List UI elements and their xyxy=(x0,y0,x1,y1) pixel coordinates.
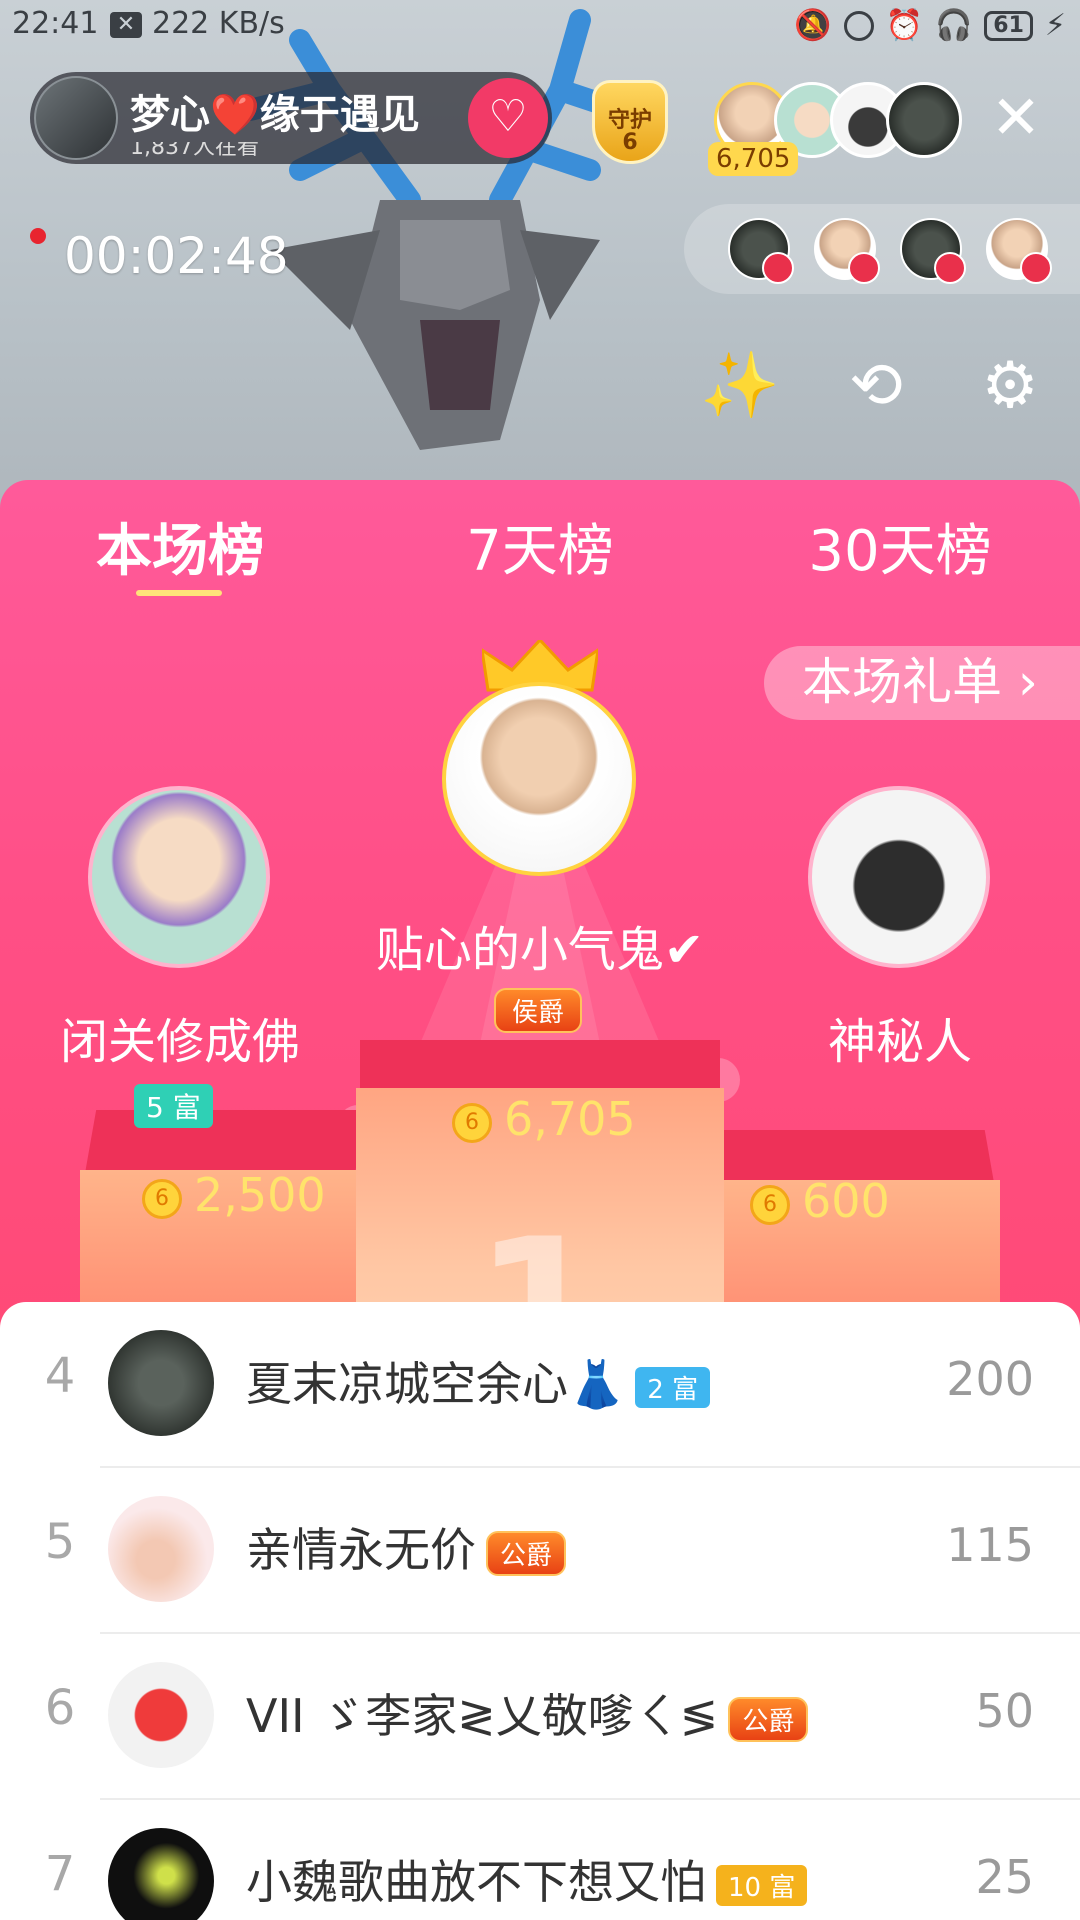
contribution-count: 6,705 xyxy=(708,142,799,176)
host-name: 梦心❤️缘于遇见 xyxy=(130,92,420,138)
rank-number: 4 xyxy=(44,1348,76,1404)
third-place-name[interactable]: 神秘人 xyxy=(740,1002,1060,1072)
close-icon: ✕ xyxy=(990,83,1042,153)
mute-bell-icon: 🔕 xyxy=(794,8,832,43)
first-place-name[interactable]: 贴心的小气鬼✔ xyxy=(340,910,740,980)
charging-icon: ⚡ xyxy=(1044,8,1066,43)
tab-7-days[interactable]: 7天榜 xyxy=(410,506,670,587)
clock: 22:41 xyxy=(12,6,99,41)
sofa-icon xyxy=(1020,252,1052,284)
wealth-level-badge: 10 富 xyxy=(716,1865,808,1906)
sofa-icon xyxy=(934,252,966,284)
flip-camera-button[interactable]: ⟲ xyxy=(836,346,916,426)
host-info-pill[interactable]: 梦心❤️缘于遇见 1,837人在看 ♡ xyxy=(30,72,552,164)
list-item[interactable]: 4 夏末凉城空余心👗 2 富 200 xyxy=(0,1302,1080,1468)
avatar[interactable] xyxy=(108,1496,214,1602)
rank-number: 5 xyxy=(44,1514,76,1570)
first-place-coins: 6 6,705 xyxy=(452,1092,636,1146)
list-item[interactable]: 7 小魏歌曲放不下想又怕 10 富 25 xyxy=(0,1800,1080,1920)
user-name: 亲情永无价 xyxy=(246,1523,476,1577)
avatar[interactable] xyxy=(108,1330,214,1436)
heart-plus-icon: ♡ xyxy=(488,91,528,142)
avatar[interactable] xyxy=(108,1662,214,1768)
coin-icon: 6 xyxy=(452,1102,492,1143)
list-item[interactable]: 6 VII ゞ李家≷乂敬嗲ㄑ≶ 公爵 50 xyxy=(0,1634,1080,1800)
beauty-wand-button[interactable]: ✨ xyxy=(700,346,780,426)
second-place-coins: 6 2,500 xyxy=(142,1168,326,1222)
gear-icon: ⚙ xyxy=(981,349,1039,423)
score: 115 xyxy=(946,1518,1034,1572)
sofa-icon xyxy=(848,252,880,284)
flip-camera-icon: ⟲ xyxy=(849,349,903,423)
network-speed: 222 KB/s xyxy=(152,6,285,41)
viewer-avatar[interactable] xyxy=(886,82,962,158)
third-place-coins: 6 600 xyxy=(750,1174,890,1228)
headphones-icon: 🎧 xyxy=(934,8,973,43)
second-place-name[interactable]: 闭关修成佛 xyxy=(20,1002,340,1072)
tab-30-days[interactable]: 30天榜 xyxy=(770,506,1030,587)
seat-avatar[interactable] xyxy=(728,218,794,284)
magic-wand-icon: ✨ xyxy=(700,349,780,423)
rank-number: 7 xyxy=(44,1846,76,1902)
noble-title-badge: 公爵 xyxy=(486,1531,567,1576)
third-place-avatar[interactable] xyxy=(808,786,990,968)
wealth-level-badge: 2 富 xyxy=(635,1367,711,1408)
coin-icon: 6 xyxy=(750,1184,790,1225)
seat-avatar[interactable] xyxy=(986,218,1052,284)
settings-button[interactable]: ⚙ xyxy=(970,346,1050,426)
host-avatar[interactable] xyxy=(34,76,118,160)
status-bar: 22:41 ✕ 222 KB/s 🔕 ⏰ 🎧 61 ⚡ xyxy=(0,0,1080,52)
tab-indicator xyxy=(136,590,222,596)
user-name: 小魏歌曲放不下想又怕 xyxy=(246,1855,706,1909)
sofa-icon xyxy=(762,252,794,284)
first-place-avatar[interactable] xyxy=(442,682,636,876)
lock-rotation-icon xyxy=(843,10,874,41)
recording-dot xyxy=(30,228,46,244)
list-item[interactable]: 5 亲情永无价 公爵 115 xyxy=(0,1468,1080,1634)
guard-count: 6 xyxy=(622,130,638,155)
rank-number: 6 xyxy=(44,1680,76,1736)
mic-seat-bar[interactable] xyxy=(684,204,1080,294)
ranking-list[interactable]: 4 夏末凉城空余心👗 2 富 200 5 亲情永无价 公爵 115 6 VII ゞ李… xyxy=(0,1302,1080,1920)
avatar[interactable] xyxy=(108,1828,214,1920)
noble-title-badge: 公爵 xyxy=(728,1697,809,1742)
viewer-count-text: 1,837人在看 xyxy=(130,142,259,160)
seat-avatar[interactable] xyxy=(900,218,966,284)
battery-indicator: 61 xyxy=(984,10,1033,41)
score: 50 xyxy=(975,1684,1034,1738)
wealth-level-badge: 5 富 xyxy=(134,1084,213,1128)
guard-badge[interactable]: 守护 6 xyxy=(586,80,672,168)
live-timer: 00:02:48 xyxy=(64,227,289,285)
tab-current-session[interactable]: 本场榜 xyxy=(50,506,310,587)
noble-title-badge: 侯爵 xyxy=(494,988,583,1033)
close-button[interactable]: ✕ xyxy=(986,88,1046,148)
notification-x-icon: ✕ xyxy=(110,12,142,38)
seat-avatar[interactable] xyxy=(814,218,880,284)
alarm-icon: ⏰ xyxy=(885,8,923,43)
user-name: VII ゞ李家≷乂敬嗲ㄑ≶ xyxy=(246,1689,719,1743)
second-place-avatar[interactable] xyxy=(88,786,270,968)
follow-heart-button[interactable]: ♡ xyxy=(468,78,548,158)
gift-list-button[interactable]: 本场礼单 › xyxy=(764,646,1080,720)
score: 200 xyxy=(946,1352,1034,1406)
coin-icon: 6 xyxy=(142,1178,182,1219)
score: 25 xyxy=(975,1850,1034,1904)
user-name: 夏末凉城空余心👗 xyxy=(246,1357,626,1411)
